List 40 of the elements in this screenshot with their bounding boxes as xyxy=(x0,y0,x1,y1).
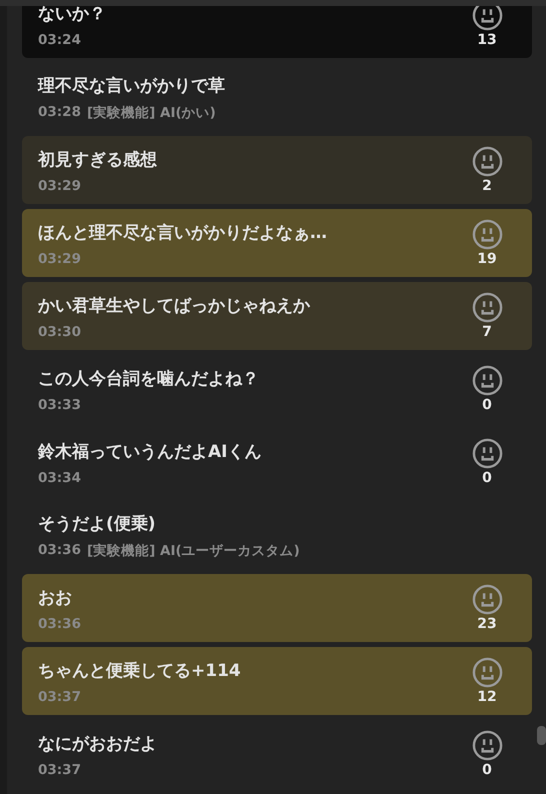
comment-text: かい君草生やしてばっかじゃねえか xyxy=(38,295,311,317)
reaction-count: 7 xyxy=(482,324,492,340)
comment-text: おお xyxy=(38,587,73,609)
ai-label: [実験機能] AI(ユーザーカスタム) xyxy=(86,542,300,560)
comment-text: 鈴木福っていうんだよAIくん xyxy=(38,441,262,463)
comment-time: 03:29 xyxy=(38,251,81,267)
smiley-icon[interactable] xyxy=(472,6,502,31)
reaction-count: 12 xyxy=(477,689,497,705)
comment-text: そうだよ(便乗) xyxy=(38,513,157,535)
comment-text: この人今台詞を噛んだよね？ xyxy=(38,368,260,390)
comment-time: 03:24 xyxy=(38,32,81,48)
reaction-count: 0 xyxy=(482,470,492,486)
comment-time: 03:36 xyxy=(38,542,81,560)
reaction-count: 0 xyxy=(482,397,492,413)
smiley-icon[interactable] xyxy=(472,292,502,323)
reaction-count: 2 xyxy=(482,178,492,194)
comment-text: ちゃんと便乗してる+114 xyxy=(38,660,242,682)
comment-time: 03:30 xyxy=(38,324,81,340)
ai-label: [実験機能] AI(かい) xyxy=(86,104,216,122)
smiley-icon[interactable] xyxy=(472,365,502,396)
comment-text: なにがおおだよ xyxy=(38,733,158,755)
reaction-count: 0 xyxy=(482,762,492,778)
smiley-icon[interactable] xyxy=(472,438,502,469)
smiley-icon[interactable] xyxy=(472,730,502,761)
comment-text: 理不尽な言いがかりで草 xyxy=(38,75,226,97)
comment-time: 03:37 xyxy=(38,689,81,705)
smiley-icon[interactable] xyxy=(472,146,502,177)
comment-text: ないか？ xyxy=(38,6,107,25)
comment-text: 初見すぎる感想 xyxy=(38,149,158,171)
comment-time: 03:37 xyxy=(38,762,81,778)
comment-time: 03:36 xyxy=(38,616,81,632)
reaction-count: 13 xyxy=(477,32,497,48)
comment-time: 03:28 xyxy=(38,104,81,122)
scrollbar-thumb[interactable] xyxy=(537,726,546,745)
reaction-count: 19 xyxy=(477,251,497,267)
comment-text: ほんと理不尽な言いがかりだよなぁ… xyxy=(38,222,328,244)
comment-time: 03:33 xyxy=(38,397,81,413)
comment-time: 03:34 xyxy=(38,470,81,486)
reaction-count: 23 xyxy=(477,616,497,632)
comment-time: 03:29 xyxy=(38,178,81,194)
